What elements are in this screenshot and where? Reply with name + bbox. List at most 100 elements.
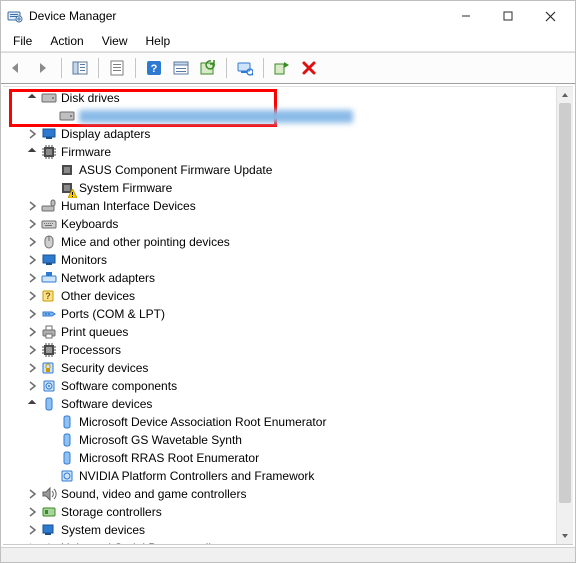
node-nvidia-platform[interactable]: NVIDIA Platform Controllers and Framewor…	[7, 467, 573, 485]
label: ASUS Component Firmware Update	[79, 164, 272, 177]
node-security-devices[interactable]: Security devices	[7, 359, 573, 377]
menu-help[interactable]: Help	[138, 32, 179, 50]
scroll-up-button[interactable]	[557, 87, 573, 103]
help-button[interactable]: ?	[143, 57, 165, 79]
node-ports[interactable]: Ports (COM & LPT)	[7, 305, 573, 323]
back-button[interactable]	[5, 57, 27, 79]
scroll-down-button[interactable]	[557, 528, 573, 544]
action-list-button[interactable]	[170, 57, 192, 79]
usb-icon	[41, 540, 57, 545]
status-bar	[1, 547, 575, 562]
node-ms-rras-root[interactable]: Microsoft RRAS Root Enumerator	[7, 449, 573, 467]
forward-button[interactable]	[32, 57, 54, 79]
node-sound-video-game[interactable]: Sound, video and game controllers	[7, 485, 573, 503]
node-print-queues[interactable]: Print queues	[7, 323, 573, 341]
enable-device-button[interactable]	[271, 57, 293, 79]
titlebar: Device Manager	[1, 1, 575, 31]
label: Keyboards	[61, 218, 118, 231]
node-disk-drives[interactable]: Disk drives	[7, 89, 573, 107]
properties-button[interactable]	[106, 57, 128, 79]
label: Universal Serial Bus controllers	[61, 542, 228, 546]
node-display-adapters[interactable]: Display adapters	[7, 125, 573, 143]
chevron-right-icon[interactable]	[25, 127, 39, 141]
chevron-right-icon[interactable]	[25, 199, 39, 213]
menu-action[interactable]: Action	[42, 32, 91, 50]
software-component-icon	[41, 378, 57, 394]
node-software-components[interactable]: Software components	[7, 377, 573, 395]
chevron-right-icon[interactable]	[25, 307, 39, 321]
chevron-right-icon[interactable]	[25, 541, 39, 545]
software-device-icon	[59, 450, 75, 466]
processor-icon	[41, 342, 57, 358]
vertical-scrollbar[interactable]	[556, 87, 573, 544]
sound-icon	[41, 486, 57, 502]
chevron-down-icon[interactable]	[25, 397, 39, 411]
chevron-right-icon[interactable]	[25, 379, 39, 393]
node-firmware-system[interactable]: System Firmware	[7, 179, 573, 197]
storage-controller-icon	[41, 504, 57, 520]
network-icon	[41, 270, 57, 286]
device-tree[interactable]: Disk drives SAMSUNG MZVL21T0HBLU-00B00 D…	[3, 87, 573, 545]
chevron-right-icon[interactable]	[25, 505, 39, 519]
chevron-down-icon[interactable]	[25, 91, 39, 105]
node-hid[interactable]: Human Interface Devices	[7, 197, 573, 215]
show-hide-console-tree-button[interactable]	[69, 57, 91, 79]
chevron-right-icon[interactable]	[25, 487, 39, 501]
node-firmware-asus[interactable]: ASUS Component Firmware Update	[7, 161, 573, 179]
chevron-right-icon[interactable]	[25, 523, 39, 537]
chevron-right-icon[interactable]	[25, 271, 39, 285]
node-keyboards[interactable]: Keyboards	[7, 215, 573, 233]
chevron-right-icon[interactable]	[25, 361, 39, 375]
monitor-icon	[41, 252, 57, 268]
node-ms-device-assoc-root[interactable]: Microsoft Device Association Root Enumer…	[7, 413, 573, 431]
update-driver-button[interactable]	[197, 57, 219, 79]
chevron-right-icon[interactable]	[25, 217, 39, 231]
label: Ports (COM & LPT)	[61, 308, 165, 321]
node-firmware[interactable]: Firmware	[7, 143, 573, 161]
security-icon	[41, 360, 57, 376]
minimize-button[interactable]	[445, 2, 487, 30]
device-manager-window: Device Manager File Action View Help	[0, 0, 576, 563]
chevron-right-icon[interactable]	[25, 325, 39, 339]
node-ms-gs-wavetable[interactable]: Microsoft GS Wavetable Synth	[7, 431, 573, 449]
node-network-adapters[interactable]: Network adapters	[7, 269, 573, 287]
firmware-icon	[59, 162, 75, 178]
node-system-devices[interactable]: System devices	[7, 521, 573, 539]
chevron-right-icon[interactable]	[25, 235, 39, 249]
node-disk-drive-item[interactable]: SAMSUNG MZVL21T0HBLU-00B00	[7, 107, 573, 125]
label: Software components	[61, 380, 177, 393]
close-button[interactable]	[529, 2, 571, 30]
toolbar: ?	[1, 55, 575, 81]
svg-text:?: ?	[45, 291, 51, 301]
scroll-track[interactable]	[557, 103, 573, 528]
scan-hardware-button[interactable]	[234, 57, 256, 79]
chevron-right-icon[interactable]	[25, 289, 39, 303]
chevron-right-icon[interactable]	[25, 253, 39, 267]
node-mice[interactable]: Mice and other pointing devices	[7, 233, 573, 251]
label: Processors	[61, 344, 121, 357]
label: Microsoft RRAS Root Enumerator	[79, 452, 259, 465]
label: Human Interface Devices	[61, 200, 196, 213]
label: Other devices	[61, 290, 135, 303]
node-other-devices[interactable]: ? Other devices	[7, 287, 573, 305]
chevron-right-icon[interactable]	[25, 343, 39, 357]
menu-view[interactable]: View	[94, 32, 136, 50]
warning-overlay-icon	[68, 189, 77, 198]
label: Print queues	[61, 326, 128, 339]
chevron-down-icon[interactable]	[25, 145, 39, 159]
node-storage-controllers[interactable]: Storage controllers	[7, 503, 573, 521]
uninstall-device-button[interactable]	[298, 57, 320, 79]
software-device-icon	[59, 468, 75, 484]
maximize-button[interactable]	[487, 2, 529, 30]
ports-icon	[41, 306, 57, 322]
node-usb-controllers[interactable]: Universal Serial Bus controllers	[7, 539, 573, 545]
window-title: Device Manager	[29, 9, 445, 23]
scroll-thumb[interactable]	[559, 103, 571, 503]
menu-file[interactable]: File	[5, 32, 40, 50]
system-device-icon	[41, 522, 57, 538]
label: Sound, video and game controllers	[61, 488, 246, 501]
disk-drive-icon	[59, 108, 75, 124]
node-processors[interactable]: Processors	[7, 341, 573, 359]
node-monitors[interactable]: Monitors	[7, 251, 573, 269]
node-software-devices[interactable]: Software devices	[7, 395, 573, 413]
